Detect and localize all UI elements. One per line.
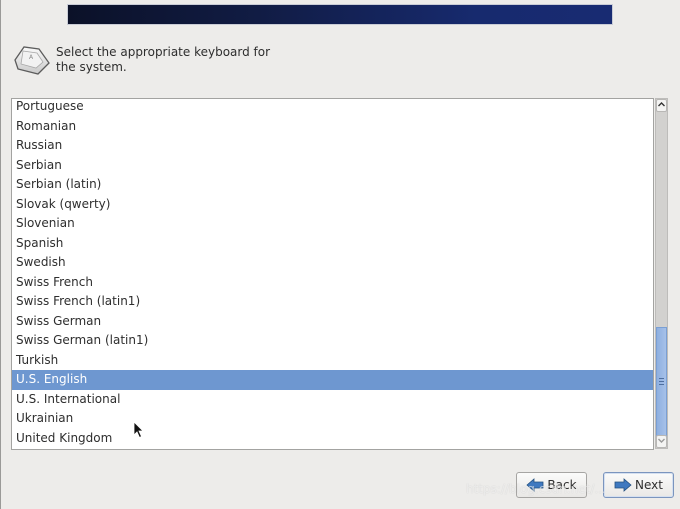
list-item[interactable]: United Kingdom [12, 429, 653, 449]
next-button[interactable]: Next [603, 472, 674, 498]
list-item[interactable]: Swiss French [12, 273, 653, 293]
chevron-up-icon [658, 102, 665, 107]
scrollbar-thumb[interactable] [656, 327, 667, 437]
instruction-line-2: the system. [56, 60, 127, 74]
list-item[interactable]: Serbian [12, 156, 653, 176]
instruction-line-1: Select the appropriate keyboard for [56, 45, 271, 59]
list-item-selected[interactable]: U.S. English [12, 370, 653, 390]
installer-header-banner [68, 5, 612, 24]
list-item[interactable]: Slovenian [12, 214, 653, 234]
window-edge [0, 0, 1, 509]
list-item[interactable]: Turkish [12, 351, 653, 371]
list-item[interactable]: Swiss German [12, 312, 653, 332]
list-item[interactable]: Slovak (qwerty) [12, 195, 653, 215]
list-item[interactable]: U.S. International [12, 390, 653, 410]
list-item[interactable]: Portuguese [12, 99, 653, 117]
list-item[interactable]: Swiss German (latin1) [12, 331, 653, 351]
mouse-cursor-icon [133, 421, 144, 439]
keyboard-layout-list[interactable]: Portuguese Romanian Russian Serbian Serbian … [11, 98, 654, 450]
back-button[interactable]: Back [516, 472, 587, 498]
list-item[interactable]: Swiss French (latin1) [12, 292, 653, 312]
arrow-left-icon [526, 478, 544, 492]
scroll-up-button[interactable] [656, 99, 667, 112]
chevron-down-icon [658, 438, 665, 443]
list-scrollbar[interactable] [655, 98, 668, 449]
arrow-right-icon [614, 478, 632, 492]
grip-icon [659, 378, 664, 385]
instruction-text: Select the appropriate keyboard for the … [56, 45, 296, 75]
keyboard-key-icon: A [14, 46, 50, 75]
back-button-label: Back [547, 478, 577, 492]
list-item[interactable]: Russian [12, 136, 653, 156]
scroll-down-button[interactable] [656, 435, 667, 448]
list-item[interactable]: Spanish [12, 234, 653, 254]
list-item[interactable]: Serbian (latin) [12, 175, 653, 195]
next-button-label: Next [635, 478, 663, 492]
list-item[interactable]: Swedish [12, 253, 653, 273]
list-item[interactable]: Romanian [12, 117, 653, 137]
list-item[interactable]: Ukrainian [12, 409, 653, 429]
